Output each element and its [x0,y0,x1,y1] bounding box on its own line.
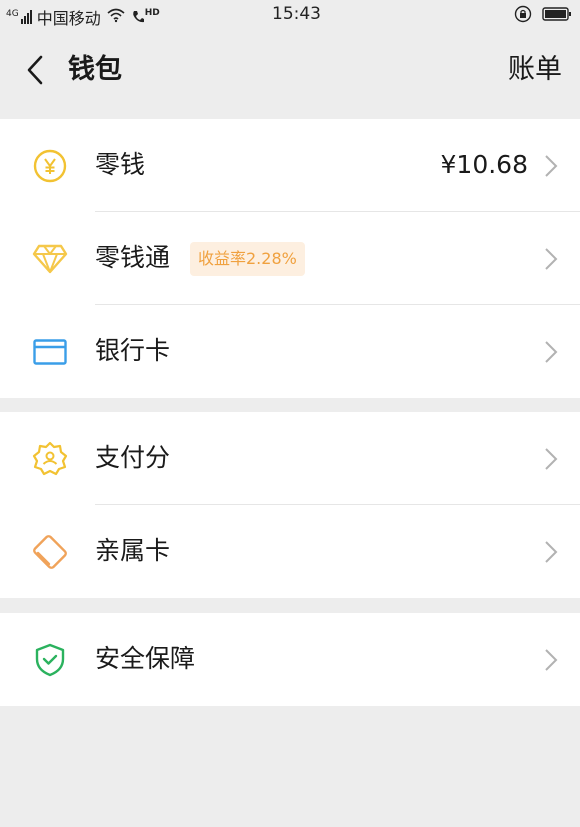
list-item-label: 亲属卡 [95,536,171,565]
page-title: 钱包 [68,54,122,85]
list-item-label: 支付分 [95,443,171,472]
signal-icon: 4G [6,10,32,24]
list-item-change[interactable]: 零钱 ¥10.68 [0,119,580,212]
chevron-right-icon [545,541,558,563]
family-card-icon [32,534,68,570]
list-item-label: 零钱通 [95,243,171,272]
list-item-label: 银行卡 [95,336,171,365]
wallet-group-funds: 零钱 ¥10.68 零钱通 收益率2.28% 银行卡 [0,119,580,398]
list-item-credit-score[interactable]: 支付分 [0,412,580,505]
wifi-icon [106,7,126,27]
battery-icon [542,6,572,26]
wallet-group-security: 安全保障 [0,613,580,706]
status-right [514,5,572,27]
chevron-left-icon [27,55,43,85]
status-left: 4G 中国移动 HD [6,5,160,29]
lock-icon [514,5,532,27]
status-bar: 4G 中国移动 HD 15:43 [0,0,580,30]
signal-bars [20,10,32,24]
chevron-right-icon [545,155,558,177]
wallet-group-credit: 支付分 亲属卡 [0,412,580,598]
chevron-right-icon [545,341,558,363]
chevron-right-icon [545,448,558,470]
carrier-name: 中国移动 [36,9,101,28]
nav-bar: 钱包 账单 [0,30,580,116]
list-item-family-card[interactable]: 亲属卡 [0,505,580,598]
list-item-security[interactable]: 安全保障 [0,613,580,706]
hd-call-icon: HD [131,9,160,25]
chevron-right-icon [545,248,558,270]
list-item-label: 零钱 [95,150,146,179]
network-type: 4G [6,9,19,19]
credit-badge-icon [32,441,68,477]
yuan-coin-icon [32,148,68,184]
list-item-label: 安全保障 [95,644,196,673]
shield-check-icon [32,642,68,678]
bank-card-icon [32,334,68,370]
list-item-bank-card[interactable]: 银行卡 [0,305,580,398]
diamond-icon [32,241,68,277]
hd-label: HD [144,8,160,18]
balance-value: ¥10.68 [440,150,528,179]
back-button[interactable] [18,50,52,90]
bill-button[interactable]: 账单 [508,50,562,90]
chevron-right-icon [545,649,558,671]
list-item-licaitong[interactable]: 零钱通 收益率2.28% [0,212,580,305]
status-time: 15:43 [272,4,321,24]
yield-rate-badge: 收益率2.28% [190,242,305,276]
